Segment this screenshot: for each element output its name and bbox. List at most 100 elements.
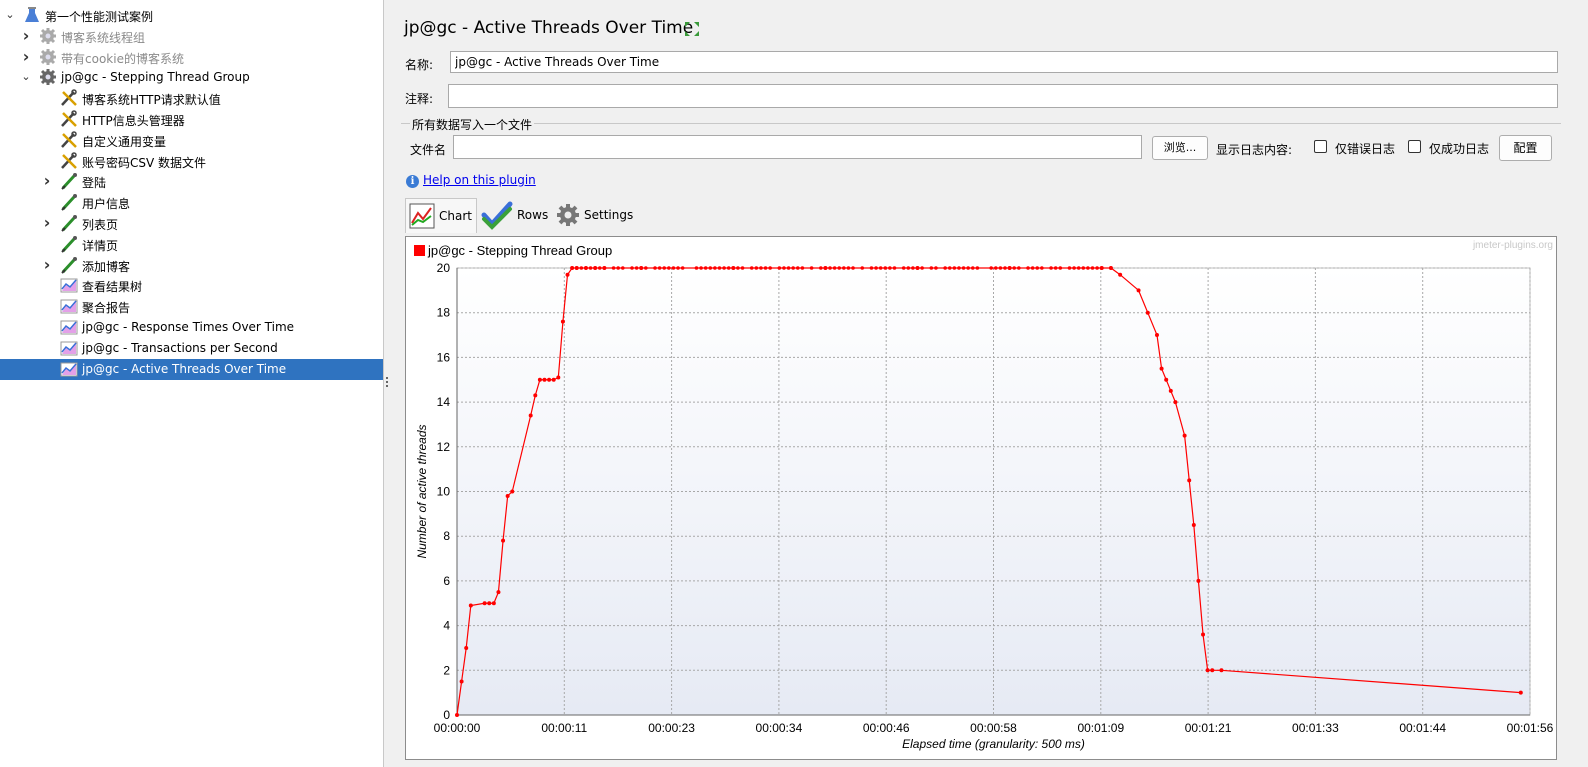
- data-point: [574, 266, 579, 270]
- tree-node[interactable]: jp@gc - Response Times Over Time: [0, 317, 383, 338]
- data-point: [749, 266, 754, 270]
- data-point: [620, 266, 625, 270]
- tree-node[interactable]: 详情页: [0, 234, 383, 255]
- data-point: [837, 266, 842, 270]
- data-point: [869, 266, 874, 270]
- config-element-icon: [61, 131, 77, 148]
- tree-node[interactable]: jp@gc - Transactions per Second: [0, 338, 383, 359]
- tree-node[interactable]: 聚合报告: [0, 296, 383, 317]
- comment-label: 注释:: [405, 92, 434, 106]
- tree-node[interactable]: 查看结果树: [0, 275, 383, 296]
- data-point: [1145, 310, 1150, 315]
- data-point: [860, 266, 865, 270]
- data-point: [934, 266, 938, 270]
- errors-only-checkbox[interactable]: [1314, 140, 1327, 153]
- expand-arrow-icon[interactable]: ›: [20, 48, 32, 64]
- data-point: [966, 266, 970, 270]
- data-point: [846, 266, 851, 270]
- x-axis-title: Elapsed time (granularity: 500 ms): [902, 737, 1085, 751]
- tree-node[interactable]: › 登陆: [0, 171, 383, 192]
- data-point: [639, 266, 644, 270]
- data-point: [1118, 272, 1123, 277]
- config-element-icon: [61, 89, 77, 107]
- data-point: [510, 489, 515, 494]
- data-point: [795, 266, 800, 270]
- data-point: [943, 266, 947, 270]
- x-tick-label: 00:01:33: [1292, 721, 1339, 735]
- tree-node-label: jp@gc - Stepping Thread Group: [61, 70, 250, 85]
- tree-node[interactable]: ⌄ jp@gc - Stepping Thread Group: [0, 67, 383, 88]
- test-plan-tree[interactable]: ⌄ 第一个性能测试案例 › 博客系统线程组 › 带有cookie的博客系统 ⌄ jp@gc -…: [0, 0, 384, 767]
- data-point: [874, 266, 878, 270]
- filename-field[interactable]: [453, 135, 1142, 159]
- tree-node[interactable]: › 添加博客: [0, 255, 383, 276]
- tree-node[interactable]: › 博客系统线程组: [0, 26, 383, 47]
- tree-node[interactable]: 账号密码CSV 数据文件: [0, 151, 383, 172]
- collapse-arrow-icon[interactable]: ⌄: [4, 9, 16, 21]
- comment-field[interactable]: [448, 84, 1558, 108]
- data-point: [883, 266, 888, 270]
- data-point: [703, 266, 708, 270]
- tree-node-label: 博客系统线程组: [61, 30, 146, 45]
- data-point: [911, 266, 915, 270]
- expand-arrow-icon[interactable]: ›: [41, 173, 53, 189]
- data-point: [1187, 478, 1192, 483]
- chart-icon: [409, 203, 435, 229]
- y-tick-label: 6: [443, 574, 450, 588]
- data-point: [551, 377, 556, 382]
- data-point: [717, 266, 722, 270]
- tree-node[interactable]: ⌄ 第一个性能测试案例: [0, 5, 383, 26]
- tab-settings[interactable]: Settings: [556, 198, 636, 232]
- tree-node[interactable]: › 带有cookie的博客系统: [0, 47, 383, 68]
- data-point: [505, 493, 510, 498]
- data-point: [1086, 266, 1090, 270]
- tree-node[interactable]: 自定义通用变量: [0, 130, 383, 151]
- data-point: [759, 266, 763, 270]
- tree-node[interactable]: jp@gc - Active Threads Over Time: [0, 358, 383, 380]
- data-point: [1058, 266, 1063, 270]
- tree-node[interactable]: 用户信息: [0, 192, 383, 213]
- listener-icon: [60, 362, 78, 377]
- help-link[interactable]: Help on this plugin: [423, 173, 536, 187]
- split-pane-divider[interactable]: [385, 376, 389, 390]
- data-point: [726, 266, 731, 270]
- data-point: [851, 266, 855, 270]
- success-only-checkbox[interactable]: [1408, 140, 1421, 153]
- data-point: [828, 266, 832, 270]
- browse-button[interactable]: 浏览...: [1152, 136, 1208, 160]
- sampler-icon: [61, 194, 77, 211]
- thread-group-icon: [40, 48, 56, 65]
- x-tick-label: 00:00:46: [863, 721, 910, 735]
- expand-arrow-icon[interactable]: ›: [41, 215, 53, 231]
- expand-arrow-icon[interactable]: ›: [20, 27, 32, 43]
- data-point: [542, 377, 547, 382]
- collapse-arrow-icon[interactable]: ⌄: [20, 71, 32, 83]
- tree-node-label: 列表页: [82, 218, 119, 232]
- data-point: [455, 713, 459, 717]
- data-point: [616, 266, 620, 270]
- data-point: [1205, 668, 1210, 673]
- y-tick-label: 8: [443, 529, 450, 543]
- tab-rows[interactable]: Rows: [481, 198, 551, 232]
- expand-arrow-icon[interactable]: ›: [41, 256, 53, 272]
- data-point: [915, 266, 920, 270]
- data-point: [630, 266, 634, 270]
- tree-node[interactable]: HTTP信息头管理器: [0, 109, 383, 130]
- tab-chart[interactable]: Chart: [405, 198, 477, 233]
- configure-button[interactable]: 配置: [1499, 135, 1552, 161]
- tree-node[interactable]: 博客系统HTTP请求默认值: [0, 88, 383, 109]
- tree-node-label: 详情页: [82, 238, 119, 253]
- tree-node-label: 查看结果树: [82, 280, 143, 295]
- data-point: [832, 266, 837, 270]
- tab-chart-label: Chart: [439, 209, 472, 223]
- y-tick-label: 0: [443, 708, 450, 722]
- tree-node[interactable]: › 列表页: [0, 213, 383, 234]
- data-point: [1026, 266, 1030, 270]
- x-tick-label: 00:01:56: [1507, 721, 1554, 735]
- name-field[interactable]: [450, 51, 1558, 73]
- checkmark-icon: [481, 201, 513, 230]
- expand-icon[interactable]: [683, 20, 701, 38]
- listener-icon: [60, 278, 78, 293]
- data-point: [1518, 690, 1523, 695]
- listener-icon: [60, 320, 78, 335]
